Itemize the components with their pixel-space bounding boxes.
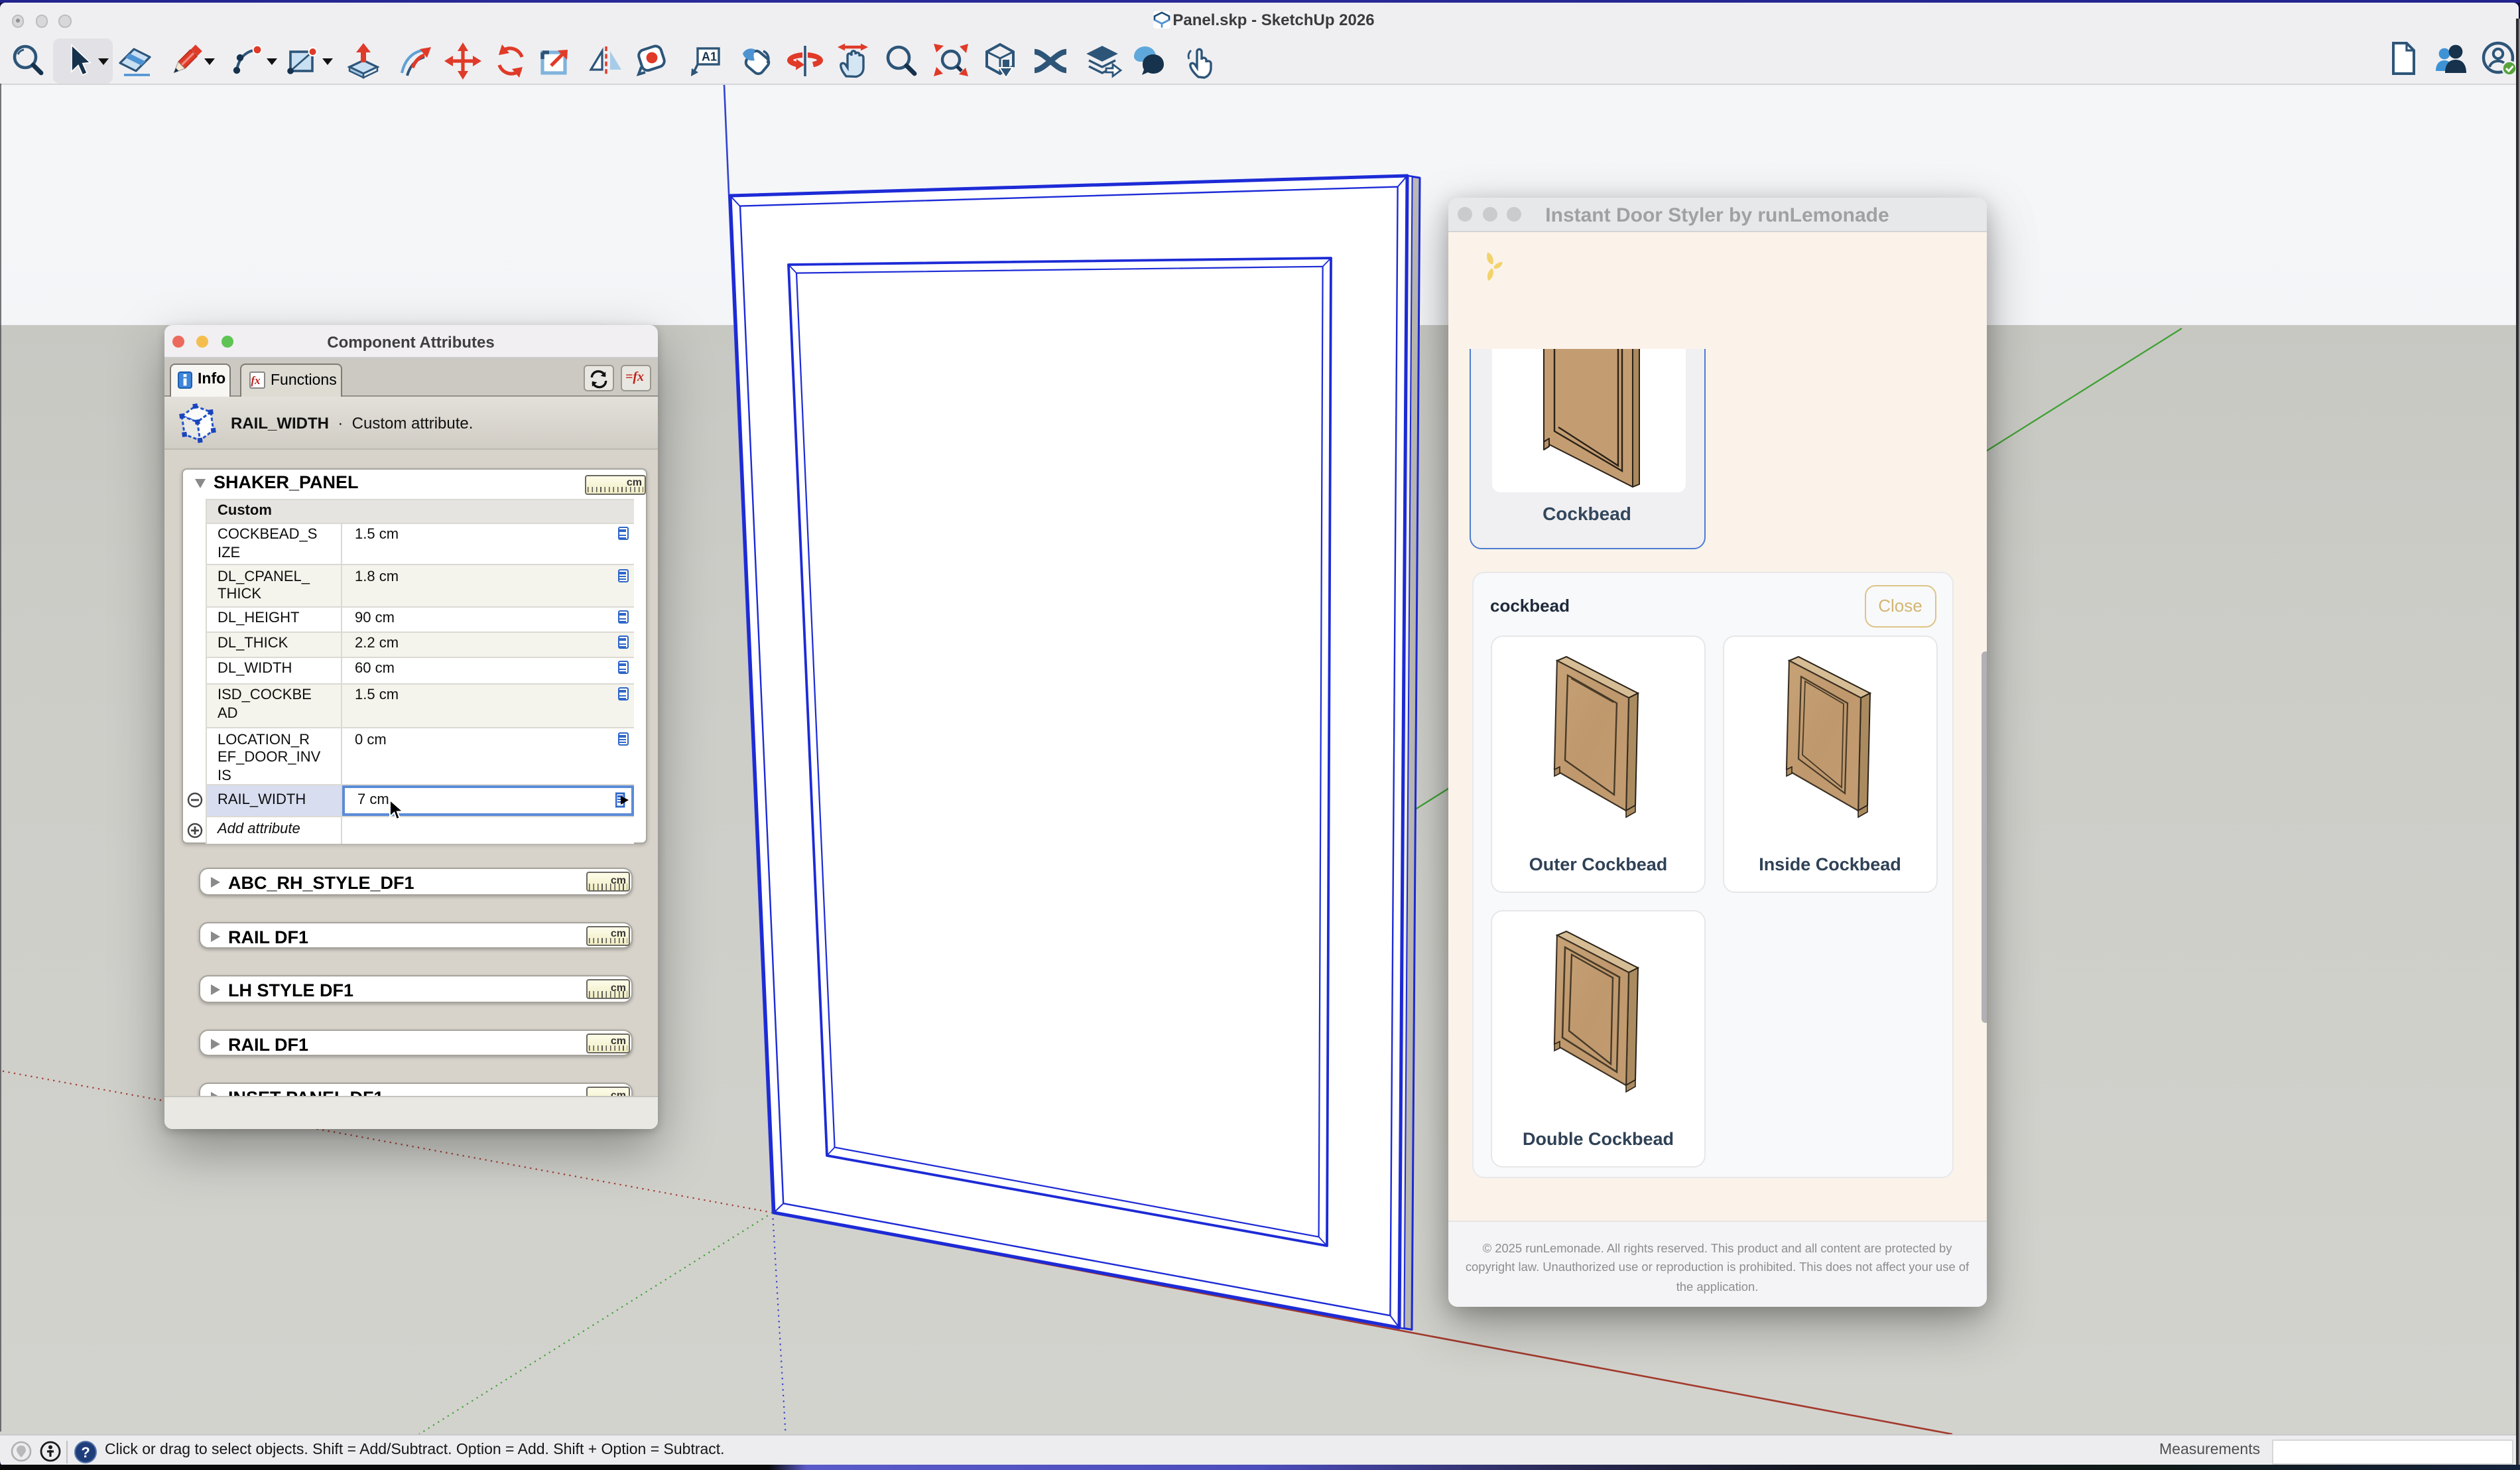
svg-text:fx: fx <box>251 373 261 386</box>
svg-text:?: ? <box>81 1443 90 1460</box>
svg-text:A1: A1 <box>701 50 716 64</box>
